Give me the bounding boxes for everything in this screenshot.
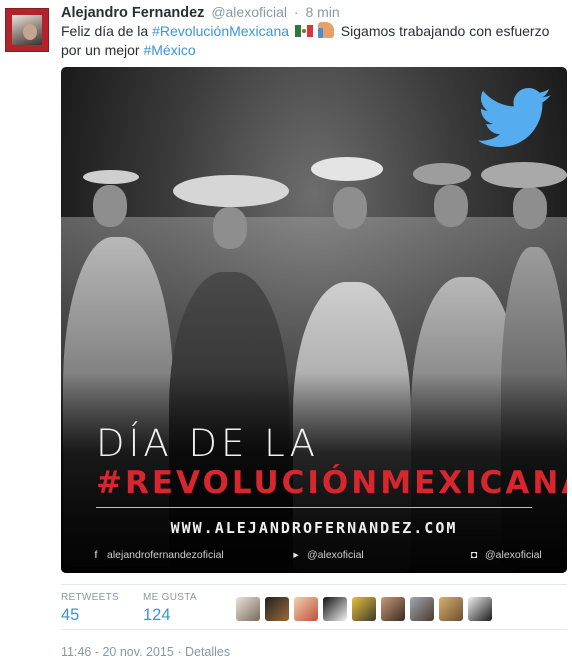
hashtag-mexico[interactable]: #México bbox=[143, 42, 195, 58]
separator: · bbox=[177, 645, 182, 659]
tweet-header: Alejandro Fernandez @alexoficial · 8 min bbox=[61, 3, 340, 22]
instagram-icon: ◘ bbox=[470, 549, 478, 561]
retweets-stat[interactable]: RETWEETS 45 bbox=[61, 592, 119, 625]
likes-label: ME GUSTA bbox=[143, 592, 197, 603]
likes-stat[interactable]: ME GUSTA 124 bbox=[143, 592, 197, 625]
divider bbox=[96, 507, 532, 508]
avatar-photo bbox=[12, 15, 42, 45]
tweet-text-part: Feliz día de la bbox=[61, 23, 153, 39]
website-url: WWW.ALEJANDROFERNANDEZ.COM bbox=[170, 519, 458, 537]
tweet-image[interactable]: DÍA DE LA #REVOLUCIÓNMEXICANA WWW.ALEJAN… bbox=[61, 67, 567, 573]
liker-avatar[interactable] bbox=[294, 597, 318, 621]
retweets-count[interactable]: 45 bbox=[61, 606, 119, 625]
liker-avatar[interactable] bbox=[468, 597, 492, 621]
liker-avatar[interactable] bbox=[352, 597, 376, 621]
tweet-stats: RETWEETS 45 ME GUSTA 124 bbox=[61, 584, 567, 630]
retweets-label: RETWEETS bbox=[61, 592, 119, 603]
liker-avatar[interactable] bbox=[410, 597, 434, 621]
social-twitter: ▸ @alexoficial bbox=[291, 549, 364, 561]
twitter-label: @alexoficial bbox=[307, 549, 364, 561]
social-instagram: ◘ @alexoficial bbox=[469, 549, 542, 561]
likes-count[interactable]: 124 bbox=[143, 606, 197, 625]
avatar[interactable] bbox=[5, 8, 49, 52]
tweet-time[interactable]: 8 min bbox=[305, 4, 339, 20]
mexico-flag-icon bbox=[294, 25, 313, 37]
tweet-timestamp[interactable]: 11:46 - 20 nov. 2015 bbox=[61, 645, 174, 659]
tweet-footer: 11:46 - 20 nov. 2015 · Detalles bbox=[61, 645, 230, 659]
author-handle[interactable]: @alexoficial bbox=[211, 4, 287, 20]
separator: · bbox=[293, 4, 299, 20]
liker-avatar[interactable] bbox=[381, 597, 405, 621]
twitter-bird-icon bbox=[477, 88, 551, 147]
instagram-label: @alexoficial bbox=[485, 549, 542, 561]
author-name[interactable]: Alejandro Fernandez bbox=[61, 5, 204, 21]
thumbs-up-icon bbox=[317, 22, 334, 38]
facebook-label: alejandrofernandezoficial bbox=[107, 549, 224, 561]
facebook-icon: f bbox=[94, 549, 98, 561]
twitter-icon: ▸ bbox=[293, 549, 299, 561]
headline-line-1: DÍA DE LA bbox=[96, 422, 319, 465]
liker-avatar[interactable] bbox=[265, 597, 289, 621]
liker-avatar[interactable] bbox=[439, 597, 463, 621]
tweet: Alejandro Fernandez @alexoficial · 8 min… bbox=[0, 0, 572, 670]
social-facebook: f alejandrofernandezoficial bbox=[91, 549, 224, 561]
liker-avatar[interactable] bbox=[236, 597, 260, 621]
details-link[interactable]: Detalles bbox=[185, 645, 230, 659]
tweet-text: Feliz día de la #RevoluciónMexicana Siga… bbox=[61, 22, 566, 60]
headline-line-2: #REVOLUCIÓNMEXICANA bbox=[96, 465, 567, 501]
liker-avatar[interactable] bbox=[323, 597, 347, 621]
hashtag-revolucion[interactable]: #RevoluciónMexicana bbox=[152, 23, 289, 39]
